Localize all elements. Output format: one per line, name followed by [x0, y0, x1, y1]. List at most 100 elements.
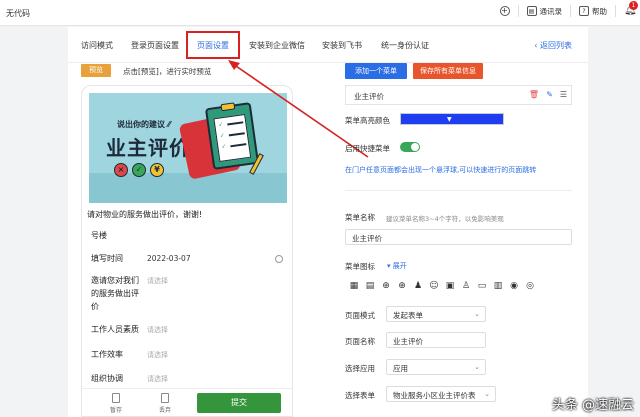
- clip-line: [230, 143, 247, 148]
- menu-name-label: 菜单名称: [345, 213, 375, 222]
- dislike-icon: ×: [114, 163, 128, 177]
- clock-icon: [275, 255, 283, 263]
- form-icon[interactable]: ▥: [492, 280, 504, 292]
- form-intro: 请对物业的服务做出评价，谢谢!: [87, 210, 203, 219]
- field-label: 工作人员素质: [91, 325, 139, 334]
- quick-menu-label: 启用快捷菜单: [345, 144, 390, 153]
- chevron-down-icon: ⌄: [474, 363, 480, 371]
- divider: [615, 5, 616, 17]
- edit-icon[interactable]: ✎: [546, 90, 553, 100]
- save-all-menus-button[interactable]: 保存所有菜单信息: [413, 63, 483, 79]
- contact-icon[interactable]: ▣: [444, 280, 456, 292]
- contacts-label: 通讯录: [539, 6, 563, 16]
- menu-name-value: 业主评价: [352, 234, 382, 243]
- clip-line: [228, 132, 245, 137]
- money-icon: ¥: [150, 163, 164, 177]
- tab-feishu[interactable]: 安装到飞书: [322, 40, 362, 51]
- field-label: 工作效率: [91, 350, 123, 359]
- page-name-label: 页面名称: [345, 337, 375, 346]
- app-select[interactable]: 应用 ⌄: [386, 359, 486, 375]
- highlight-color-label: 菜单高亮颜色: [345, 116, 390, 125]
- tab-highlight-box: [186, 31, 240, 59]
- section-divider: [345, 190, 572, 191]
- top-bar: 无代码 + ▤ 通讯录 ? 帮助 🔔︎ 1: [0, 0, 640, 26]
- back-link-label: 返回列表: [540, 41, 572, 50]
- chevron-down-icon: ▼: [447, 116, 452, 123]
- menu-icon-label: 菜单图标: [345, 262, 375, 271]
- banner-title: 业主评价: [106, 136, 190, 160]
- tab-login-page[interactable]: 登录页面设置: [131, 40, 179, 51]
- preview-button[interactable]: 预览: [81, 64, 111, 77]
- form-value: 物业服务小区业主评价表: [393, 391, 476, 400]
- list-icon[interactable]: ▤: [364, 280, 376, 292]
- field-placeholder: 请选择: [147, 277, 168, 285]
- app-value: 应用: [393, 364, 408, 373]
- chevron-down-icon: ⌄: [484, 390, 490, 398]
- banner-subtitle-text: 说出你的建议: [117, 120, 165, 129]
- check-icon: ✓: [220, 142, 227, 151]
- field-label: 号楼: [91, 231, 107, 240]
- like-icon: ✓: [132, 163, 146, 177]
- tab-bar: 访问模式 登录页面设置 页面设置 安装到企业微信 安装到飞书 统一身份认证 ‹ …: [68, 27, 588, 63]
- expand-label: 展开: [392, 262, 407, 270]
- help-label: 帮助: [592, 6, 607, 16]
- field-value: 2022-03-07: [147, 254, 191, 263]
- check-icon: ✓: [219, 132, 226, 140]
- add-icon[interactable]: +: [499, 6, 510, 16]
- tab-wecom[interactable]: 安装到企业微信: [249, 40, 305, 51]
- page-mode-value: 发起表单: [393, 311, 423, 320]
- help-icon: ?: [579, 6, 589, 16]
- eye-icon[interactable]: ◉: [508, 280, 520, 292]
- clipboard-icon: ✓ ✓ ✓: [204, 102, 260, 170]
- field-placeholder: 请选择: [147, 326, 168, 334]
- menu-list-item[interactable]: 业主评价 🗑︎ ✎ ☰: [345, 85, 572, 105]
- user-edit-icon[interactable]: ♙: [460, 280, 472, 292]
- clip-top: [220, 102, 236, 112]
- trash-icon[interactable]: 🗑︎: [529, 90, 539, 100]
- add-circle-icon[interactable]: ⊕: [396, 280, 408, 292]
- help-button[interactable]: ? 帮助: [579, 6, 607, 17]
- select-app-label: 选择应用: [345, 364, 375, 373]
- banner-subtitle: 说出你的建议 ⁄⁄: [117, 120, 171, 129]
- page-mode-select[interactable]: 发起表单 ⌄: [386, 306, 486, 322]
- sliders-icon[interactable]: ☰: [560, 90, 567, 100]
- clip-line: [227, 121, 244, 126]
- preview-footer: 暂存 丢弃 提交: [82, 388, 292, 416]
- back-to-list-link[interactable]: ‹ 返回列表: [534, 40, 572, 51]
- toggle-knob: [411, 143, 419, 151]
- field-placeholder: 请选择: [147, 351, 168, 359]
- save-draft-label: 暂存: [109, 407, 122, 414]
- calendar-icon[interactable]: ▦: [348, 280, 360, 292]
- quick-menu-toggle[interactable]: [400, 142, 420, 152]
- menu-name-input[interactable]: 业主评价: [345, 229, 572, 245]
- field-placeholder: 请选择: [147, 375, 168, 383]
- chevron-down-icon: ⌄: [474, 310, 480, 318]
- save-draft-button[interactable]: 暂存: [105, 393, 127, 414]
- add-menu-button[interactable]: 添加一个菜单: [345, 63, 407, 79]
- card-icon[interactable]: ▭: [476, 280, 488, 292]
- group-icon[interactable]: ☺: [428, 280, 440, 292]
- top-bar-actions: + ▤ 通讯录 ? 帮助 🔔︎ 1: [499, 1, 638, 17]
- field-label: 组织协调: [91, 374, 123, 383]
- tab-sso[interactable]: 统一身份认证: [381, 40, 429, 51]
- settings-card: 访问模式 登录页面设置 页面设置 安装到企业微信 安装到飞书 统一身份认证 ‹ …: [68, 27, 588, 417]
- form-banner: 说出你的建议 ⁄⁄ 业主评价 × ✓ ¥ ✓ ✓ ✓: [89, 93, 287, 203]
- submit-button[interactable]: 提交: [197, 393, 281, 413]
- page-name-input[interactable]: 业主评价: [386, 332, 486, 348]
- discard-button[interactable]: 丢弃: [154, 393, 176, 414]
- tab-access-mode[interactable]: 访问模式: [81, 40, 113, 51]
- contacts-button[interactable]: ▤ 通讯录: [526, 6, 563, 17]
- mobile-preview: 说出你的建议 ⁄⁄ 业主评价 × ✓ ¥ ✓ ✓ ✓ 请对物业的服务做出评价，谢…: [81, 85, 293, 417]
- expand-icons-link[interactable]: ▾ 展开: [387, 261, 407, 271]
- page-name-value: 业主评价: [393, 337, 423, 346]
- plus-circle-icon[interactable]: ⊕: [380, 280, 392, 292]
- rating-emoji-row: × ✓ ¥: [114, 163, 164, 177]
- notification-button[interactable]: 🔔︎ 1: [624, 1, 638, 17]
- save-icon: [112, 393, 120, 403]
- highlight-color-picker[interactable]: ▼: [400, 113, 504, 125]
- form-select[interactable]: 物业服务小区业主评价表 ⌄: [386, 386, 496, 402]
- view-icon[interactable]: ◎: [524, 280, 536, 292]
- field-label: 填写时间: [91, 254, 123, 263]
- select-form-label: 选择表单: [345, 391, 375, 400]
- user-add-icon[interactable]: ♟: [412, 280, 424, 292]
